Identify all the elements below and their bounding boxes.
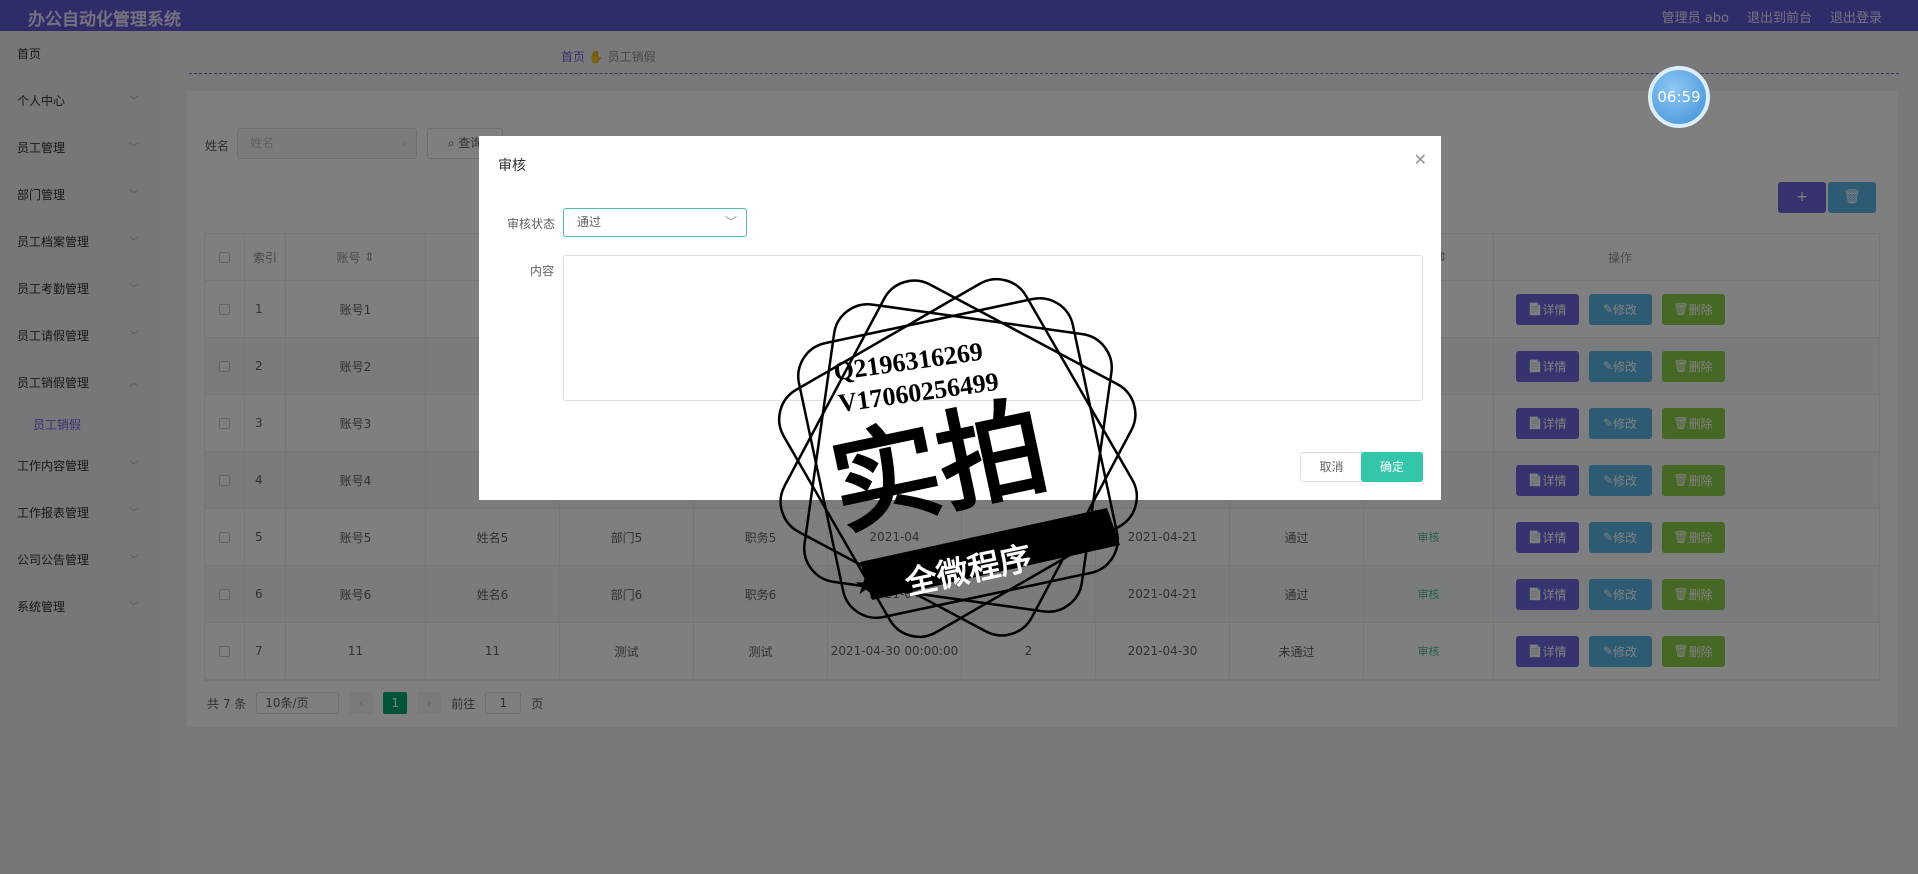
cancel-button[interactable]: 取消 <box>1300 452 1363 482</box>
confirm-button[interactable]: 确定 <box>1361 452 1423 482</box>
status-label: 审核状态 <box>507 217 556 231</box>
audit-status-select[interactable]: 通过 ﹀ <box>563 208 747 237</box>
watermark-stamp: Q2196316269 V17060256499 实拍 全微程序 ★ ★ <box>777 277 1139 639</box>
chevron-down-icon: ﹀ <box>724 215 737 229</box>
star-icon: ★ <box>1084 505 1107 535</box>
content-label: 内容 <box>530 264 555 278</box>
timer-badge: 06:59 <box>1648 66 1710 128</box>
audit-status-value: 通过 <box>577 215 602 229</box>
dialog-title: 审核 <box>498 158 526 174</box>
close-icon[interactable]: ✕ <box>1414 150 1427 169</box>
star-icon: ★ <box>854 571 877 601</box>
